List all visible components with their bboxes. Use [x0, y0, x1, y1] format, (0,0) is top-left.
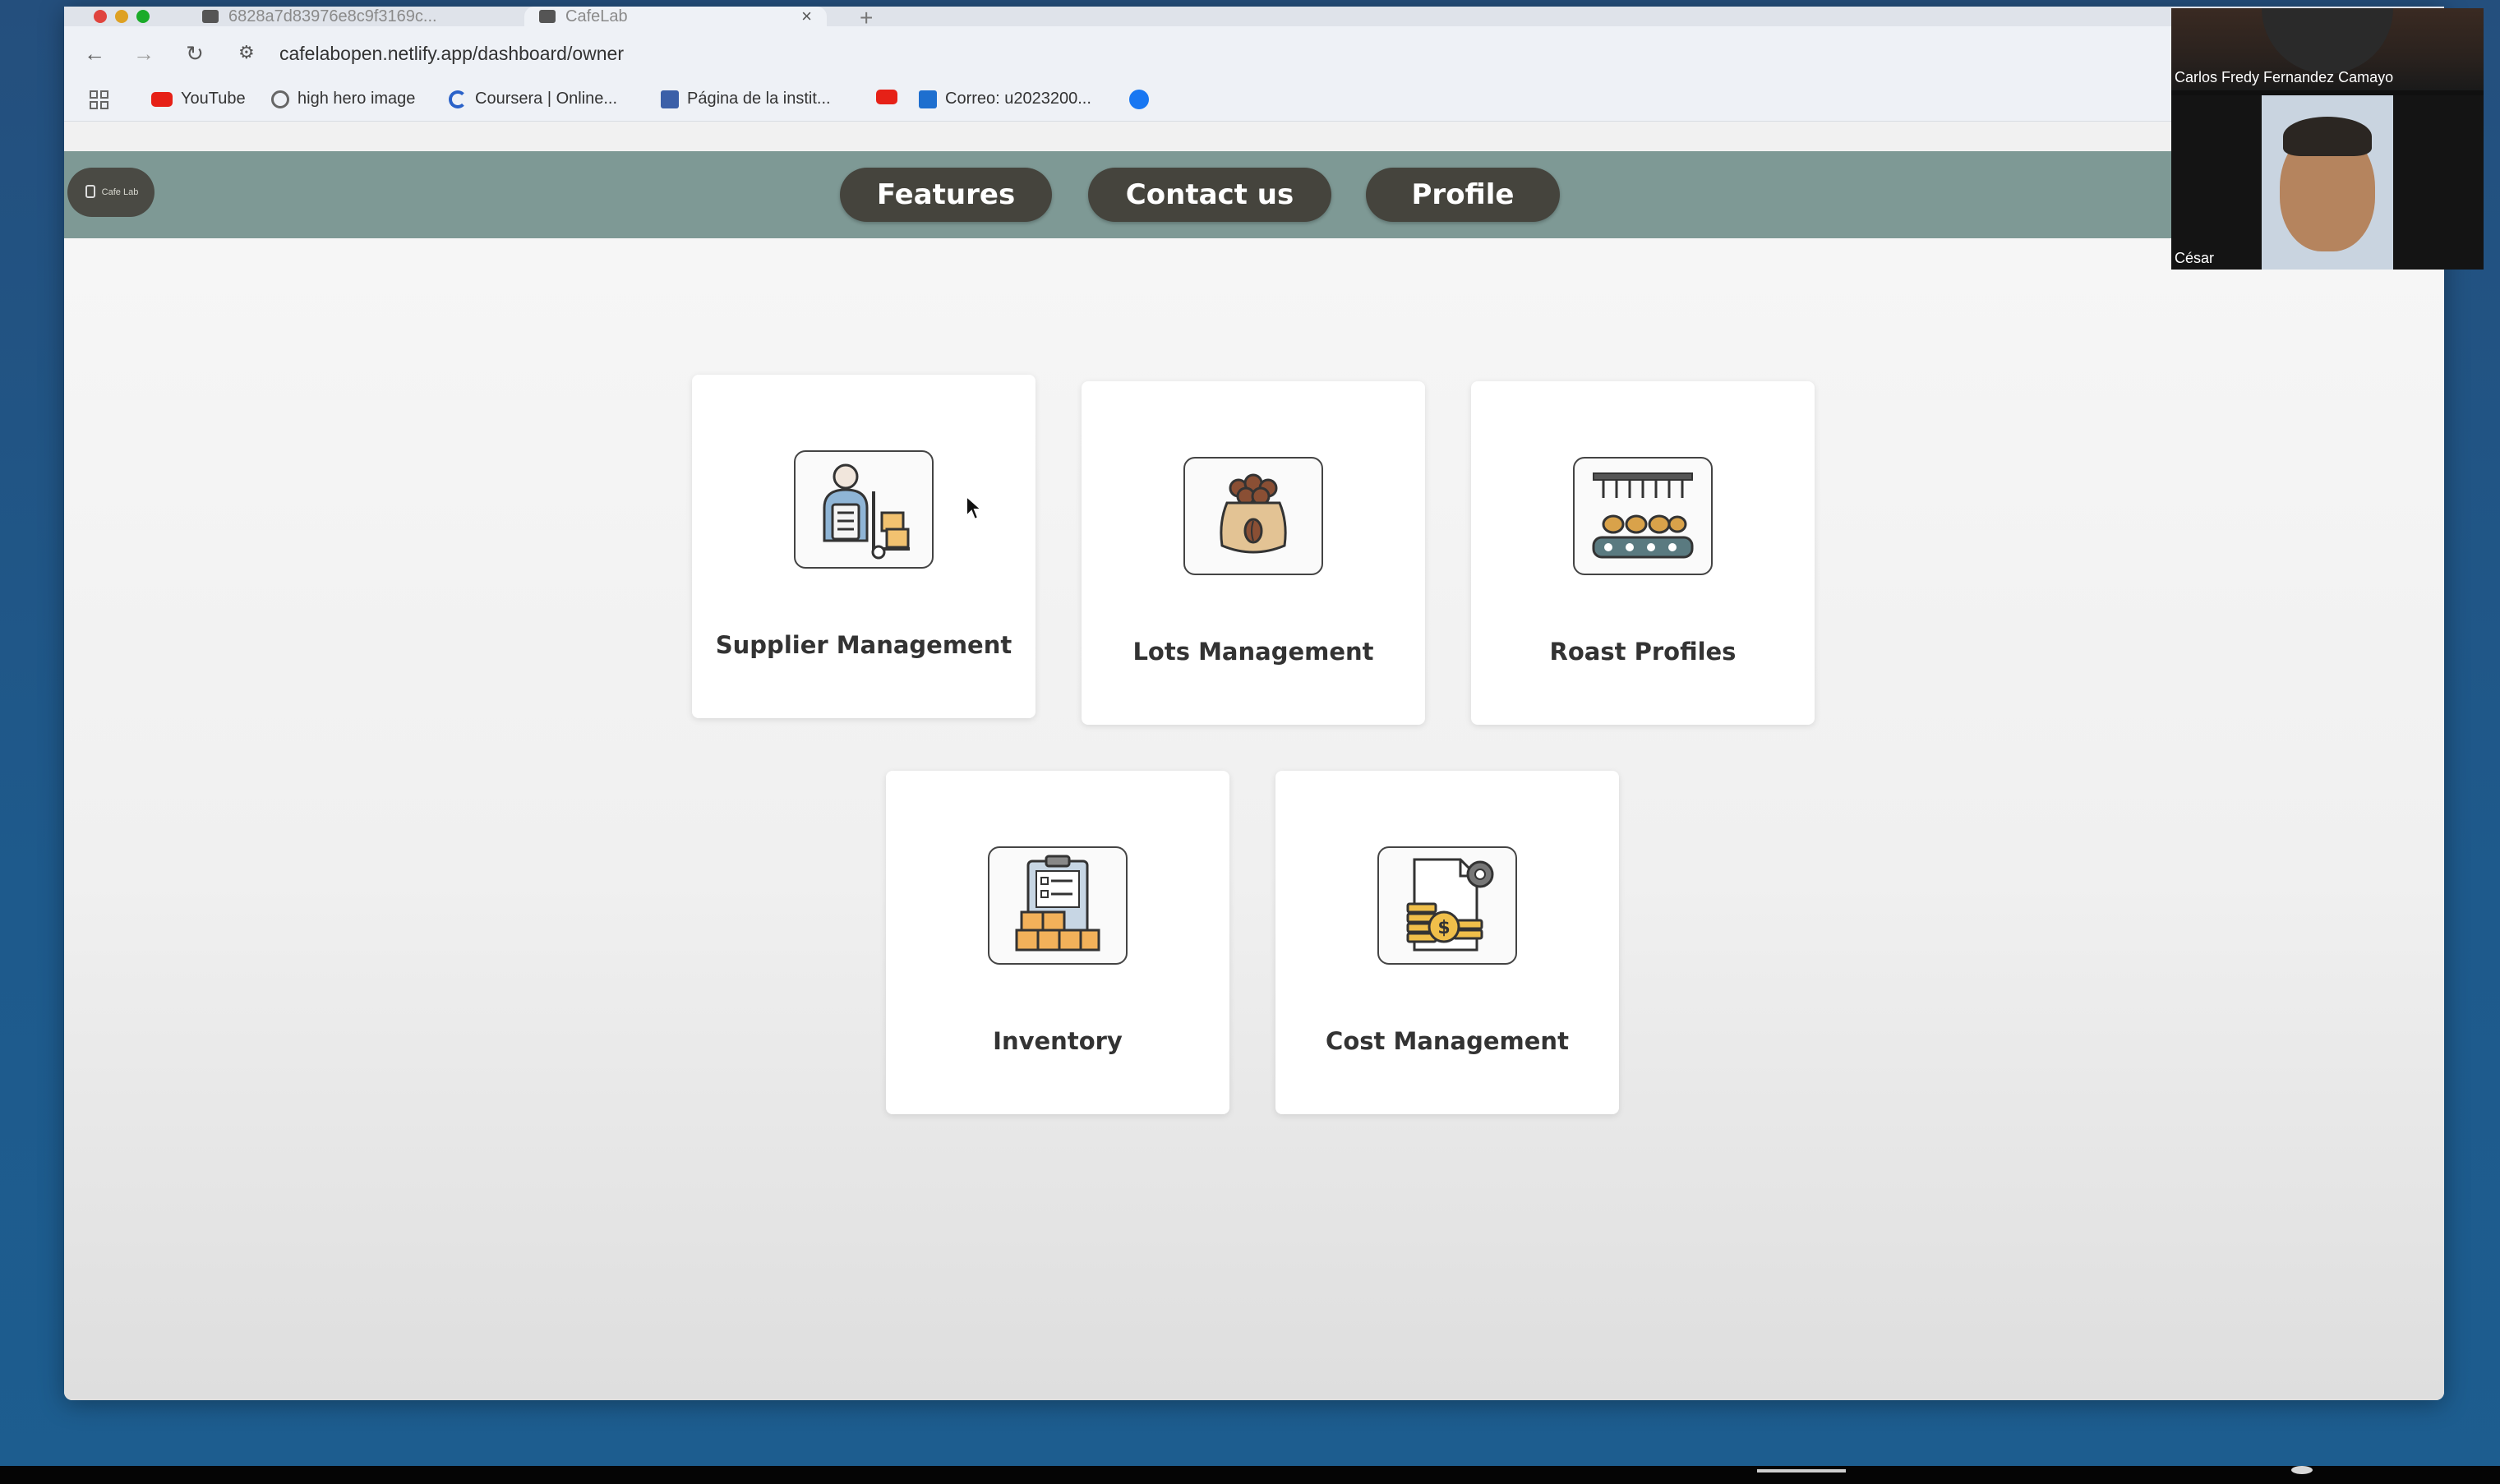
card-label: Lots Management: [1132, 638, 1374, 666]
bookmark-label: Coursera | Online...: [475, 90, 618, 108]
nav-label: Profile: [1411, 178, 1515, 211]
card-label: Cost Management: [1326, 1027, 1569, 1055]
cost-management-card[interactable]: $ Cost Management: [1275, 771, 1619, 1114]
taskbar-indicator: [2291, 1466, 2313, 1474]
bookmark-facebook[interactable]: [1129, 90, 1149, 109]
nav-features-button[interactable]: Features: [840, 168, 1052, 222]
svg-text:$: $: [1437, 918, 1450, 938]
reload-icon[interactable]: ↻: [182, 41, 207, 66]
tab-2[interactable]: CafeLab ×: [524, 7, 827, 26]
globe-icon: [271, 90, 289, 108]
participant-hair: [2283, 117, 2372, 156]
bookmark-youtube-2[interactable]: [876, 90, 897, 104]
address-bar[interactable]: cafelabopen.netlify.app/dashboard/owner: [279, 43, 624, 65]
participant-name: Carlos Fredy Fernandez Camayo: [2175, 69, 2394, 85]
card-label: Inventory: [993, 1027, 1123, 1055]
card-label: Roast Profiles: [1549, 638, 1737, 666]
close-window-icon[interactable]: [94, 10, 107, 23]
taskbar-indicator: [1757, 1469, 1846, 1472]
bookmark-youtube[interactable]: YouTube: [151, 90, 246, 108]
nav-label: Features: [876, 178, 1016, 211]
clipboard-boxes-icon: [988, 846, 1128, 965]
cafe-lab-logo[interactable]: Cafe Lab: [67, 168, 155, 217]
bookmarks-bar: YouTube high hero image Coursera | Onlin…: [64, 79, 2444, 122]
bookmark-label: Página de la instit...: [687, 90, 831, 108]
back-icon[interactable]: ←: [82, 41, 107, 66]
roast-profiles-card[interactable]: Roast Profiles: [1471, 381, 1815, 725]
bookmark-correo[interactable]: Correo: u2023200...: [919, 90, 1091, 108]
maximize-window-icon[interactable]: [136, 10, 150, 23]
coffee-sack-icon: [1183, 457, 1323, 575]
institution-icon: [661, 90, 679, 108]
nav-profile-button[interactable]: Profile: [1366, 168, 1560, 222]
bookmark-pagina-institucion[interactable]: Página de la instit...: [661, 90, 831, 108]
participant-tile-1[interactable]: Carlos Fredy Fernandez Camayo: [2171, 8, 2484, 90]
bookmark-label: YouTube: [181, 90, 246, 108]
cost-document-icon: $: [1377, 846, 1517, 965]
tab-label: CafeLab: [565, 7, 628, 25]
bookmark-coursera[interactable]: Coursera | Online...: [449, 90, 617, 108]
minimize-window-icon[interactable]: [115, 10, 128, 23]
taskbar-strip: [0, 1466, 2500, 1484]
supplier-icon: [794, 450, 934, 569]
nav-contact-us-button[interactable]: Contact us: [1088, 168, 1331, 222]
forward-icon[interactable]: →: [131, 41, 156, 66]
browser-window: 6828a7d83976e8c9f3169c... × CafeLab × + …: [64, 7, 2444, 1400]
tab-favicon-icon: [202, 10, 219, 23]
dashboard-content: Supplier Management Lots Management Roas…: [64, 238, 2444, 1400]
tab-favicon-icon: [539, 10, 556, 23]
app-header: Cafe Lab Features Contact us Profile: [64, 151, 2444, 238]
facebook-icon: [1129, 90, 1149, 109]
card-label: Supplier Management: [715, 631, 1012, 659]
tab-strip: 6828a7d83976e8c9f3169c... × CafeLab × +: [64, 7, 2444, 30]
outlook-icon: [919, 90, 937, 108]
bookmark-label: high hero image: [298, 90, 416, 108]
close-tab-icon[interactable]: ×: [801, 7, 812, 27]
mouse-cursor-icon: [966, 495, 983, 521]
participant-video: [2262, 8, 2393, 74]
bookmark-label: Correo: u2023200...: [945, 90, 1091, 108]
apps-grid-icon[interactable]: [89, 90, 110, 111]
supplier-management-card[interactable]: Supplier Management: [692, 375, 1036, 718]
video-call-overlay: Carlos Fredy Fernandez Camayo César: [2171, 8, 2484, 270]
youtube-icon: [876, 90, 897, 104]
bookmark-high-hero-image[interactable]: high hero image: [271, 90, 415, 108]
logo-text: Cafe Lab: [101, 187, 139, 197]
participant-name: César: [2175, 250, 2215, 266]
youtube-icon: [151, 91, 173, 107]
tab-1[interactable]: 6828a7d83976e8c9f3169c... ×: [187, 7, 565, 26]
inventory-card[interactable]: Inventory: [886, 771, 1229, 1114]
browser-toolbar: ← → ↻ ⚙ cafelabopen.netlify.app/dashboar…: [64, 26, 2444, 79]
roaster-icon: [1573, 457, 1713, 575]
tab-label: 6828a7d83976e8c9f3169c...: [228, 7, 437, 25]
nav-label: Contact us: [1125, 178, 1294, 211]
coursera-icon: [449, 90, 467, 108]
site-settings-icon[interactable]: ⚙: [238, 42, 255, 63]
participant-tile-2[interactable]: César: [2171, 95, 2484, 270]
coffee-cup-icon: [85, 185, 95, 198]
lots-management-card[interactable]: Lots Management: [1082, 381, 1425, 725]
